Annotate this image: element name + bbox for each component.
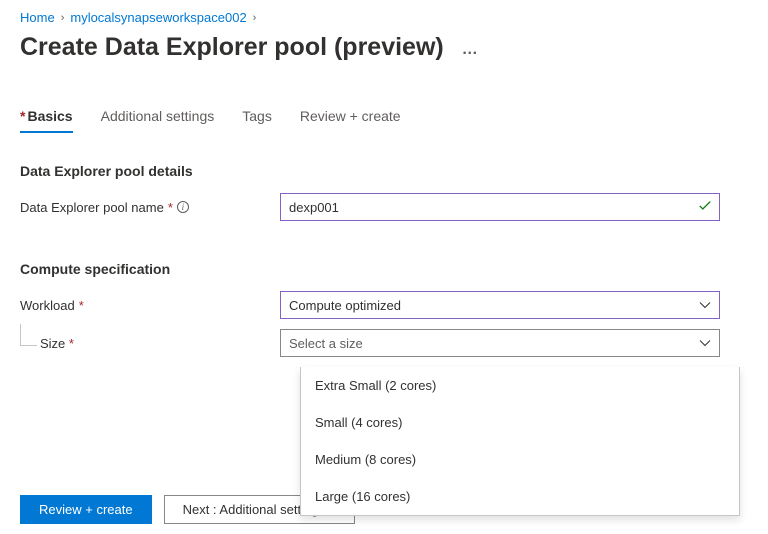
tab-tags[interactable]: Tags bbox=[242, 108, 272, 132]
size-option-medium[interactable]: Medium (8 cores) bbox=[301, 441, 739, 478]
size-dropdown: Extra Small (2 cores) Small (4 cores) Me… bbox=[300, 367, 740, 516]
breadcrumb-workspace[interactable]: mylocalsynapseworkspace002 bbox=[70, 10, 246, 25]
chevron-down-icon bbox=[699, 337, 711, 349]
more-icon[interactable]: … bbox=[462, 41, 479, 59]
size-option-extra-small[interactable]: Extra Small (2 cores) bbox=[301, 367, 739, 404]
workload-label: Workload bbox=[20, 298, 75, 313]
info-icon[interactable]: i bbox=[177, 201, 189, 213]
required-star: * bbox=[168, 200, 173, 215]
page-title: Create Data Explorer pool (preview) bbox=[20, 33, 444, 62]
workload-select[interactable]: Compute optimized bbox=[280, 291, 720, 319]
section-pool-details: Data Explorer pool details bbox=[20, 163, 748, 179]
size-select[interactable]: Select a size bbox=[280, 329, 720, 357]
tab-additional-settings[interactable]: Additional settings bbox=[101, 108, 215, 132]
breadcrumb-home[interactable]: Home bbox=[20, 10, 55, 25]
tab-review-create[interactable]: Review + create bbox=[300, 108, 401, 132]
chevron-right-icon: › bbox=[253, 12, 257, 24]
review-create-button[interactable]: Review + create bbox=[20, 495, 152, 524]
chevron-down-icon bbox=[699, 299, 711, 311]
tabs: *Basics Additional settings Tags Review … bbox=[20, 108, 748, 133]
required-star: * bbox=[20, 108, 25, 124]
tab-basics[interactable]: *Basics bbox=[20, 108, 73, 132]
breadcrumb: Home › mylocalsynapseworkspace002 › bbox=[20, 8, 748, 33]
section-compute: Compute specification bbox=[20, 261, 748, 277]
pool-name-input[interactable] bbox=[280, 193, 720, 221]
check-icon bbox=[698, 199, 712, 216]
chevron-right-icon: › bbox=[61, 12, 65, 24]
required-star: * bbox=[79, 298, 84, 313]
size-placeholder: Select a size bbox=[289, 336, 363, 351]
size-option-small[interactable]: Small (4 cores) bbox=[301, 404, 739, 441]
required-star: * bbox=[69, 336, 74, 351]
size-label: Size bbox=[40, 336, 65, 351]
workload-value: Compute optimized bbox=[289, 298, 401, 313]
size-option-large[interactable]: Large (16 cores) bbox=[301, 478, 739, 515]
pool-name-label: Data Explorer pool name bbox=[20, 200, 164, 215]
